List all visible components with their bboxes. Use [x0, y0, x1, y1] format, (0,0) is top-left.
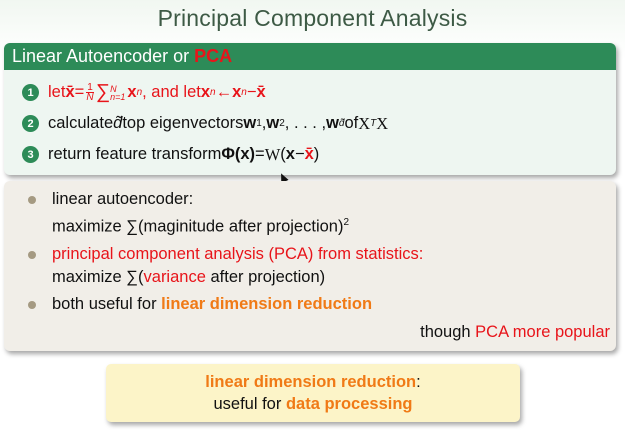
math-phi: Φ — [221, 145, 235, 163]
bullet-3-pre: both useful for — [52, 294, 162, 313]
popular-pre: though — [420, 323, 476, 341]
step-2-number: 2 — [22, 115, 39, 132]
math-xn: x — [127, 83, 137, 101]
math-dtilde: d̃ — [113, 114, 123, 132]
math-minus: − — [294, 145, 305, 163]
step-1-mid: , and let — [142, 83, 201, 101]
step-2-mid: top eigenvectors — [122, 114, 244, 132]
math-xbar2: x̄ — [256, 83, 266, 101]
math-w1: w — [243, 114, 257, 132]
math-fraction: 1N — [86, 83, 94, 103]
popular-note: though PCA more popular — [420, 323, 610, 342]
math-X2: X — [376, 113, 389, 133]
step-3: 3 return feature transform Φ (x) = W ( x… — [22, 139, 616, 170]
bullet-2-post: after projection) — [205, 267, 326, 286]
math-xbar-red: x̄ — [304, 145, 314, 163]
algorithm-box-header: Linear Autoencoder or PCA — [4, 43, 616, 70]
step-1-text: let — [48, 83, 66, 101]
math-sum: ∑ — [95, 81, 111, 103]
bullet-2-line-2: maximize ∑(variance after projection) — [52, 266, 616, 289]
math-xn3: x — [232, 83, 242, 101]
bullet-1-line-2: maximize ∑(maginitude after projection)2 — [52, 211, 616, 239]
math-w2: w — [266, 114, 280, 132]
comparison-box: linear autoencoder: maximize ∑(maginitud… — [4, 181, 616, 351]
math-phi-arg: (x) — [234, 145, 256, 163]
list-item-pca: principal component analysis (PCA) from … — [26, 243, 616, 289]
step-2-of: of — [344, 114, 359, 132]
math-wd: w — [326, 114, 339, 132]
algorithm-steps: 1 let x̄ = 1N ∑ Nn=1 xn , and let xn ← x… — [4, 70, 616, 170]
summary-highlight-2: data processing — [285, 395, 413, 413]
popular-highlight: PCA more popular — [475, 323, 610, 341]
step-3-text: return feature transform — [48, 145, 222, 163]
summary-box: linear dimension reduction: useful for d… — [106, 364, 520, 422]
summary-colon: : — [416, 373, 421, 391]
math-xn2: x — [200, 83, 211, 101]
slide-title: Principal Component Analysis — [157, 5, 468, 31]
fraction-denominator: N — [86, 92, 94, 103]
bullet-3-highlight: linear dimension reduction — [161, 294, 373, 313]
bullet-1-text: maximize ∑(maginitude after projection) — [52, 217, 344, 236]
math-x: x — [285, 145, 295, 163]
header-pca: PCA — [194, 46, 233, 66]
step-1: 1 let x̄ = 1N ∑ Nn=1 xn , and let xn ← x… — [22, 77, 616, 108]
math-equals: = — [255, 145, 265, 163]
summary-text: useful for — [213, 395, 286, 413]
bullet-1-superscript: 2 — [343, 217, 350, 228]
sum-limits: Nn=1 — [110, 84, 126, 102]
bullet-1-line-1: linear autoencoder: — [52, 190, 194, 208]
math-equals: = — [74, 83, 85, 101]
algorithm-box: Linear Autoencoder or PCA 1 let x̄ = 1N … — [4, 43, 616, 175]
math-xbar: x̄ — [65, 83, 75, 101]
list-item-useful: both useful for linear dimension reducti… — [26, 293, 616, 316]
math-X: X — [358, 113, 371, 133]
summary-line-2: useful for data processing — [106, 393, 520, 415]
list-item-autoencoder: linear autoencoder: maximize ∑(maginitud… — [26, 188, 616, 239]
step-1-number: 1 — [22, 84, 39, 101]
header-prefix: Linear Autoencoder or — [12, 46, 195, 66]
comparison-list: linear autoencoder: maximize ∑(maginitud… — [4, 181, 616, 316]
math-close-paren: ) — [313, 145, 320, 163]
sum-lower: n=1 — [110, 91, 126, 102]
math-dots: , . . . , — [284, 114, 327, 132]
step-3-number: 3 — [22, 146, 39, 163]
step-2: 2 calculate d̃ top eigenvectors w1 , w2 … — [22, 108, 616, 139]
math-minus: − — [246, 83, 257, 101]
math-arrow: ← — [215, 83, 233, 101]
math-W: W — [264, 144, 281, 164]
step-2-text: calculate — [48, 114, 114, 132]
summary-line-1: linear dimension reduction: — [106, 371, 520, 393]
bullet-2-pre: maximize ∑( — [52, 267, 144, 286]
bullet-2-line-1: principal component analysis (PCA) from … — [52, 244, 424, 263]
summary-highlight-1: linear dimension reduction — [205, 373, 417, 391]
bullet-2-variance: variance — [143, 267, 206, 286]
